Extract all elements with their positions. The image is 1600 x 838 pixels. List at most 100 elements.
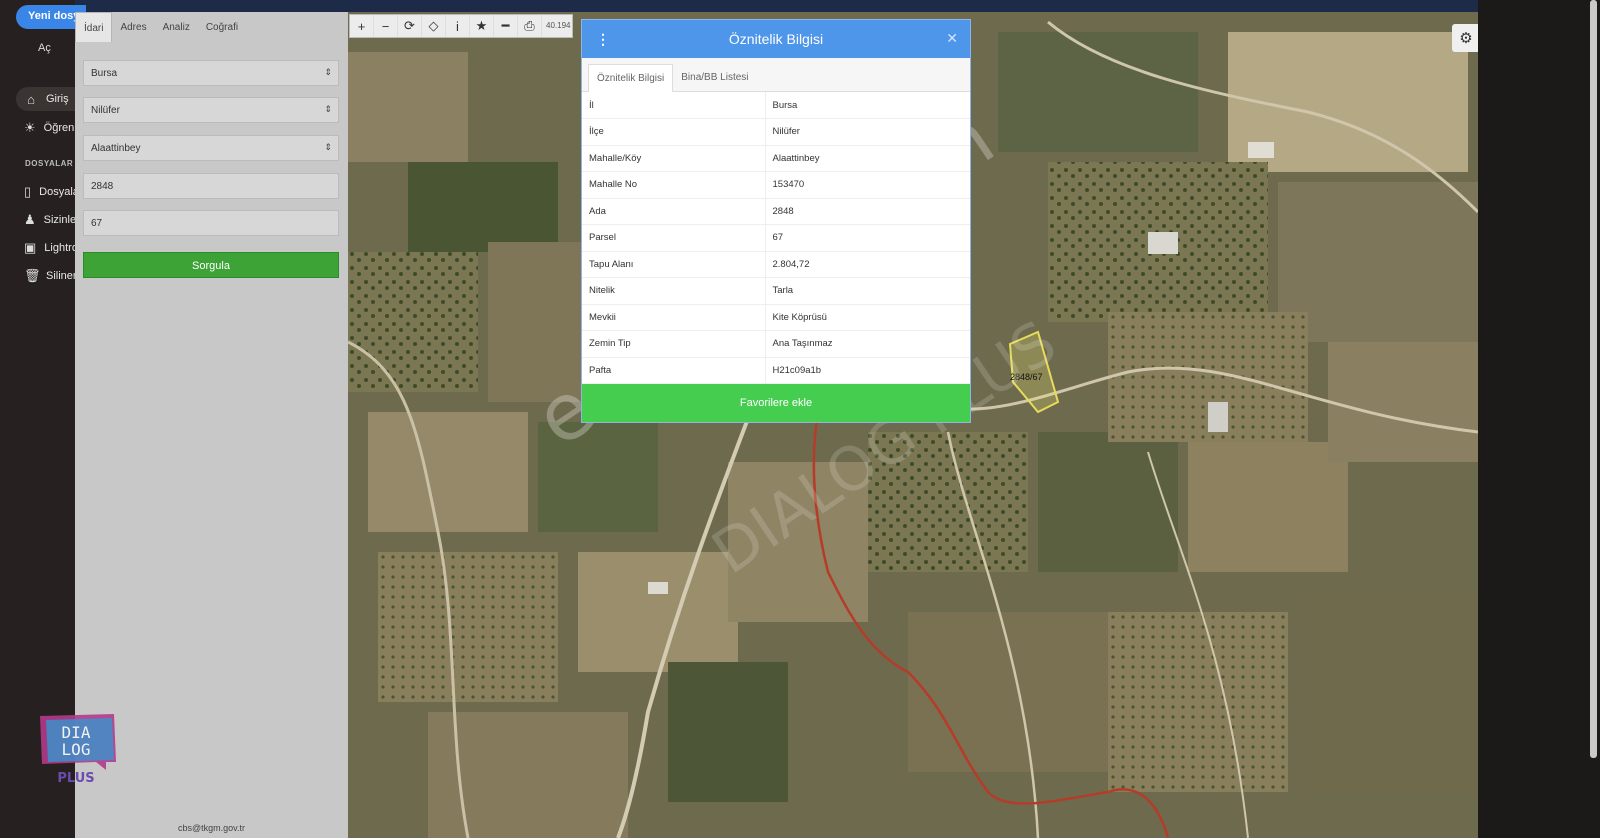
refresh-button[interactable]: ⟳ [398,15,422,37]
measure-button[interactable]: ━ [494,15,518,37]
sidebar-item-deleted[interactable]: 🗑 Silinenler [16,264,75,288]
attribute-value: 2.804,72 [765,251,970,278]
neighborhood-value: Alaattinbey [91,143,141,154]
section-title: DOSYALAR [25,159,74,168]
table-row: Tapu Alanı 2.804,72 [582,251,970,278]
dialog-title: Öznitelik Bilgisi [728,31,824,47]
select-caret-icon: ⇕ [324,67,332,77]
lightroom-icon: ▣ [24,240,37,255]
query-tabs: İdari Adres Analiz Coğrafi [75,12,348,42]
coord-readout: 40.194 [546,21,571,30]
block-value: 2848 [91,181,114,192]
sidebar-item-label: Sizinle paylaşılanlar [43,214,75,226]
logo-line3: PLUS [57,771,94,786]
table-row: Nitelik Tarla [582,277,970,305]
tab-attribute-info[interactable]: Öznitelik Bilgisi [588,64,674,92]
attribute-key: Tapu Alanı [582,251,766,278]
window-right-edge [1478,0,1600,838]
attribute-key: İlçe [582,118,766,146]
tab-adres[interactable]: Adres [112,12,154,42]
table-row: Zemin Tip Ana Taşınmaz [582,330,970,358]
dialog-plus-logo: DIA LOG PLUS [40,714,116,786]
sidebar-item-home[interactable]: ⌂ Giriş [16,87,75,111]
select-caret-icon: ⇕ [324,142,332,152]
table-row: Mahalle No 153470 [582,171,970,199]
footer-email-link[interactable]: cbs@tkgm.gov.tr [75,823,348,833]
map-settings-button[interactable]: ⚙ [1452,24,1480,52]
table-row: Parsel 67 [582,224,970,252]
sidebar-item-lightroom[interactable]: ▣ Lightroom [16,236,75,260]
add-favorites-button[interactable]: Favorilere ekle [582,384,970,422]
dialog-tabs: Öznitelik Bilgisi Bina/BB Listesi [582,58,970,92]
person-icon: ♟ [24,212,36,227]
tab-analiz[interactable]: Analiz [155,12,198,42]
file-icon: ▯ [24,184,32,199]
attribute-value: Ana Taşınmaz [765,330,970,358]
sidebar-item-label: Dosyalar [39,186,75,198]
province-value: Bursa [91,68,118,79]
sidebar-item-files[interactable]: ▯ Dosyalar [16,180,75,204]
favorites-star-button[interactable]: ★ [470,15,494,37]
logo-line2: LOG [62,740,91,759]
attribute-dialog: ⋮ Öznitelik Bilgisi ✕ Öznitelik Bilgisi … [581,19,971,423]
attribute-key: Pafta [582,357,766,384]
parcel-label: 2848/67 [1010,372,1043,382]
tab-cografi[interactable]: Coğrafi [198,12,246,42]
attribute-value: 153470 [765,171,970,199]
query-button[interactable]: Sorgula [83,252,339,278]
neighborhood-select[interactable]: Alaattinbey ⇕ [83,135,339,161]
parcel-value: 67 [91,218,103,229]
attribute-value: Nilüfer [765,118,970,146]
print-button[interactable]: ⎙ [518,15,542,37]
attribute-value: 2848 [765,198,970,225]
sidebar-item-label: Lightroom [44,242,75,254]
locate-button[interactable]: ◇ [422,15,446,37]
table-row: Pafta H21c09a1b [582,357,970,384]
select-caret-icon: ⇕ [324,104,332,114]
scrollbar[interactable] [1590,0,1597,758]
attribute-value: Tarla [765,277,970,305]
trash-icon: 🗑 [24,268,41,283]
zoom-in-button[interactable]: + [350,15,374,37]
table-row: İlçe Nilüfer [582,118,970,146]
close-icon[interactable]: ✕ [946,30,958,47]
block-input[interactable]: 2848 [83,173,339,199]
open-button[interactable]: Aç [38,42,51,54]
attribute-value: 67 [765,224,970,252]
table-row: Mahalle/Köy Alaattinbey [582,145,970,172]
attribute-value: H21c09a1b [765,357,970,384]
attribute-value: Bursa [765,92,970,119]
attribute-key: Mevkii [582,304,766,331]
attribute-value: Kite Köprüsü [765,304,970,331]
zoom-out-button[interactable]: − [374,15,398,37]
sidebar-item-label: Öğrenin [43,122,75,134]
sidebar-item-learn[interactable]: ☀ Öğrenin [16,116,75,140]
attribute-key: İl [582,92,766,119]
attribute-key: Nitelik [582,277,766,305]
parcel-input[interactable]: 67 [83,210,339,236]
info-button[interactable]: i [446,15,470,37]
tab-idari[interactable]: İdari [75,12,113,42]
attribute-value: Alaattinbey [765,145,970,172]
sidebar-item-label: Silinenler [46,270,75,282]
top-bar [0,0,1600,12]
sidebar-item-shared[interactable]: ♟ Sizinle paylaşılanlar [16,208,75,232]
district-select[interactable]: Nilüfer ⇕ [83,97,339,123]
district-value: Nilüfer [91,105,120,116]
attribute-key: Zemin Tip [582,330,766,358]
lightbulb-icon: ☀ [24,120,36,135]
table-row: İl Bursa [582,92,970,119]
sidebar-item-label: Giriş [46,93,69,105]
dialog-header: ⋮ Öznitelik Bilgisi ✕ [582,20,970,58]
table-row: Mevkii Kite Köprüsü [582,304,970,331]
home-icon: ⌂ [27,91,35,107]
gear-icon: ⚙ [1459,30,1473,47]
attribute-table: İl Bursa İlçe Nilüfer Mahalle/Köy Alaattinbey… [582,92,970,384]
attribute-key: Mahalle No [582,171,766,199]
menu-dots-icon[interactable]: ⋮ [596,31,610,48]
province-select[interactable]: Bursa ⇕ [83,60,339,86]
map-toolbar: + − ⟳ ◇ i ★ ━ ⎙ 40.194 [349,14,573,38]
attribute-key: Mahalle/Köy [582,145,766,172]
table-row: Ada 2848 [582,198,970,225]
tab-building-list[interactable]: Bina/BB Listesi [673,64,756,92]
